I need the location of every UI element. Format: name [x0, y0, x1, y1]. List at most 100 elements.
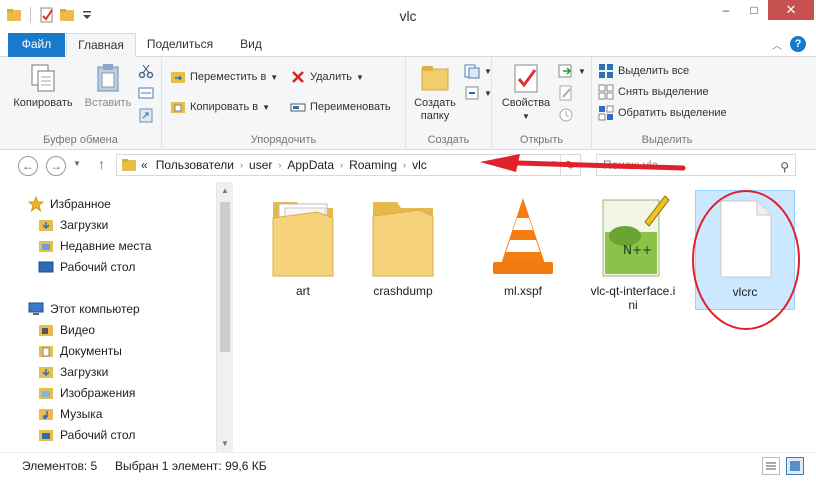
close-button[interactable]: ✕: [768, 0, 814, 20]
copy-button[interactable]: Копировать: [12, 62, 74, 110]
scrollbar-thumb[interactable]: [220, 202, 230, 352]
details-view-icon[interactable]: [762, 457, 780, 475]
recent-places-icon: [38, 238, 54, 254]
edit-icon: [558, 85, 574, 101]
organize-group-label: Упорядочить: [250, 134, 317, 146]
folder-icon: [121, 157, 137, 173]
tab-share[interactable]: Поделиться: [138, 33, 222, 57]
back-button[interactable]: ←: [18, 156, 38, 176]
copy-path-button[interactable]: [138, 85, 154, 101]
nav-documents[interactable]: Документы: [38, 341, 122, 361]
cut-button[interactable]: [138, 63, 154, 79]
nav-music[interactable]: Музыка: [38, 404, 102, 424]
copy-to-icon: [170, 99, 186, 115]
scroll-up-icon[interactable]: ▲: [221, 186, 229, 195]
nav-desktop[interactable]: Рабочий стол: [38, 257, 135, 277]
nav-desktop-label: Рабочий стол: [60, 260, 136, 274]
nav-videos[interactable]: Видео: [38, 320, 95, 340]
scissors-icon: [138, 63, 154, 79]
file-item-vlc-qt-interface[interactable]: N++ vlc-qt-interface.i ni: [583, 190, 683, 312]
clipboard-group: Копировать Вставить Буфер обмена: [0, 57, 162, 150]
annotation-arrow: [480, 154, 686, 172]
new-folder-label-1: Создать: [414, 97, 456, 109]
recent-locations-icon[interactable]: ▼: [73, 159, 81, 168]
file-name: crashdump: [373, 284, 433, 298]
open-group: Свойства ▼ ▼ Открыть: [492, 57, 592, 150]
breadcrumb-vlc[interactable]: vlc: [412, 158, 427, 172]
new-item-icon: [464, 63, 480, 79]
file-name: ml.xspf: [503, 284, 542, 298]
new-item-button[interactable]: ▼: [464, 63, 492, 79]
dropdown-arrow-icon: ▼: [270, 72, 279, 82]
history-icon: [558, 107, 574, 123]
breadcrumb-appdata[interactable]: AppData: [287, 158, 334, 172]
chevron-right-icon[interactable]: ›: [278, 160, 281, 170]
paste-shortcut-button[interactable]: [138, 107, 154, 123]
scroll-down-icon[interactable]: ▼: [221, 439, 229, 448]
maximize-button[interactable]: □: [740, 0, 768, 20]
file-item-art[interactable]: art: [253, 190, 353, 310]
file-name: art: [295, 284, 310, 298]
nav-downloads[interactable]: Загрузки: [38, 215, 108, 235]
chevron-right-icon[interactable]: ›: [403, 160, 406, 170]
open-button[interactable]: ▼: [558, 63, 586, 79]
dropdown-arrow-icon: ▼: [522, 112, 530, 121]
copy-to-button[interactable]: Копировать в ▼: [170, 99, 270, 115]
new-folder-button[interactable]: Создать папку: [410, 62, 460, 123]
ribbon-tabs: Файл Главная Поделиться Вид ︿ ?: [0, 33, 816, 57]
nav-downloads-label: Загрузки: [60, 218, 109, 232]
chevron-right-icon[interactable]: ›: [340, 160, 343, 170]
breadcrumb-overflow[interactable]: «: [141, 158, 148, 172]
minimize-button[interactable]: –: [712, 0, 740, 20]
chevron-right-icon[interactable]: ›: [240, 160, 243, 170]
tab-file[interactable]: Файл: [8, 33, 65, 57]
help-icon[interactable]: ?: [790, 36, 806, 52]
nav-documents-label: Документы: [60, 344, 122, 358]
window-controls: – □ ✕: [712, 0, 814, 20]
invert-selection-icon: [598, 105, 614, 121]
nav-pictures-label: Изображения: [60, 386, 136, 400]
delete-icon: [290, 69, 306, 85]
edit-button[interactable]: [558, 85, 574, 101]
copy-to-label: Копировать в: [190, 101, 259, 113]
ribbon: Копировать Вставить Буфер обмена Перемес…: [0, 57, 816, 150]
move-to-button[interactable]: Переместить в ▼: [170, 69, 278, 85]
nav-downloads-pc[interactable]: Загрузки: [38, 362, 108, 382]
nav-pictures[interactable]: Изображения: [38, 383, 135, 403]
move-to-label: Переместить в: [190, 71, 267, 83]
tab-home[interactable]: Главная: [66, 33, 136, 57]
rename-button[interactable]: Переименовать: [290, 99, 391, 115]
nav-recent[interactable]: Недавние места: [38, 236, 151, 256]
chevron-up-icon[interactable]: ︿: [772, 37, 782, 52]
videos-folder-icon: [38, 322, 54, 338]
file-item-crashdump[interactable]: crashdump: [353, 190, 453, 310]
window-title: vlc: [399, 8, 417, 24]
easy-access-button[interactable]: ▼: [464, 85, 492, 101]
history-button[interactable]: [558, 107, 574, 123]
nav-desktop-pc-label: Рабочий стол: [60, 428, 136, 442]
breadcrumb-users[interactable]: Пользователи: [156, 158, 234, 172]
nav-pane-scrollbar[interactable]: ▲ ▼: [216, 182, 233, 452]
nav-this-pc[interactable]: Этот компьютер: [28, 299, 140, 319]
svg-text:N++: N++: [623, 243, 652, 257]
desktop-folder-icon: [38, 427, 54, 443]
nav-favorites[interactable]: Избранное: [27, 194, 111, 214]
select-all-button[interactable]: Выделить все: [598, 63, 689, 79]
breadcrumb-user[interactable]: user: [249, 158, 272, 172]
vlc-cone-icon: [483, 192, 563, 282]
file-item-ml-xspf[interactable]: ml.xspf: [473, 190, 573, 310]
delete-button[interactable]: Удалить ▼: [290, 69, 364, 85]
documents-folder-icon: [38, 343, 54, 359]
breadcrumb-roaming[interactable]: Roaming: [349, 158, 397, 172]
tab-view[interactable]: Вид: [228, 33, 274, 57]
paste-icon: [92, 62, 124, 94]
invert-selection-button[interactable]: Обратить выделение: [598, 105, 727, 121]
select-none-button[interactable]: Снять выделение: [598, 84, 709, 100]
up-button[interactable]: ↑: [98, 156, 105, 172]
large-icons-view-icon[interactable]: [786, 457, 804, 475]
properties-button[interactable]: Свойства ▼: [498, 62, 554, 123]
dropdown-arrow-icon: ▼: [484, 88, 492, 98]
forward-button[interactable]: →: [46, 156, 66, 176]
nav-desktop-pc[interactable]: Рабочий стол: [38, 425, 135, 445]
paste-button[interactable]: Вставить: [80, 62, 136, 110]
